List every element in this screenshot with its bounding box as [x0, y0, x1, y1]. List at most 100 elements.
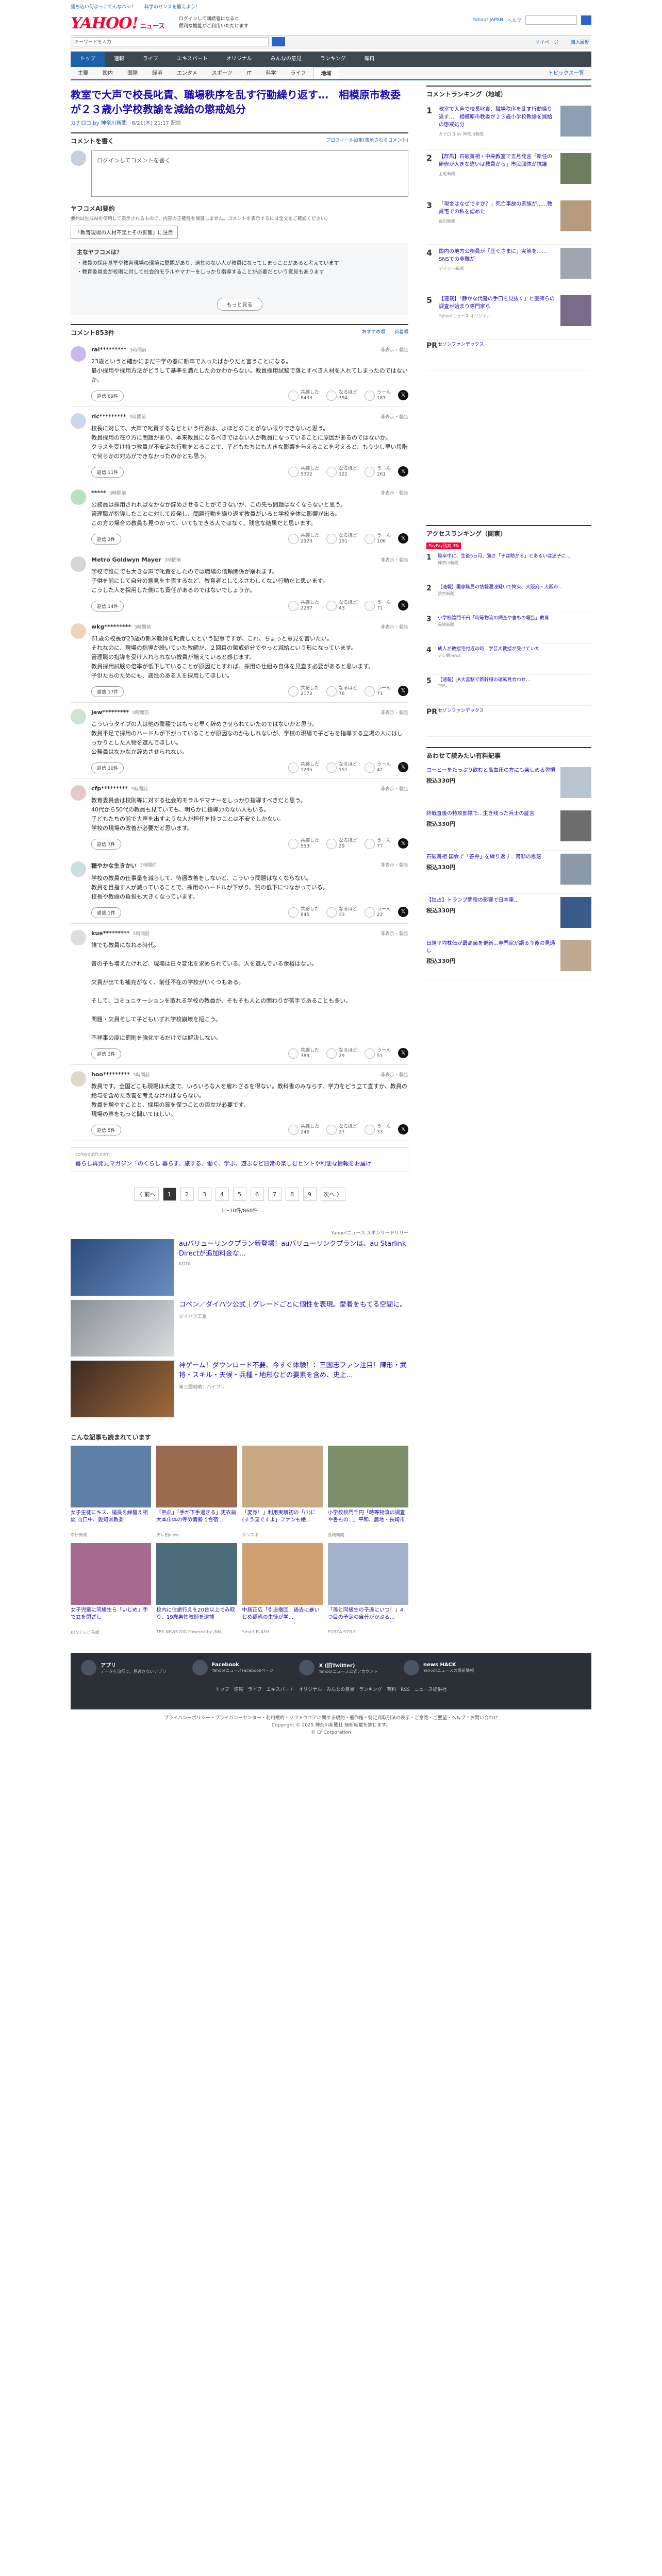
insightful-button[interactable]: なるほど 394 — [326, 390, 357, 401]
hmm-button[interactable]: うーん 42 — [364, 762, 391, 773]
sponsored-ad[interactable]: コペン／ダイハツ公式｜グレードごとに個性を表現。愛着をもてる空間に。 ダイハツ工業 — [71, 1300, 408, 1357]
paid-article-item[interactable]: コーヒーをたっぷり飲むと高血圧の方にも楽しめる習慣 税込330円 — [426, 764, 591, 807]
reply-button[interactable]: 返信 14件 — [91, 600, 124, 612]
page-4[interactable]: 4 — [215, 1188, 229, 1201]
top-link[interactable]: 落ち込い何ぶっこてんなバシ？ — [71, 5, 136, 10]
page-3[interactable]: 3 — [197, 1188, 211, 1201]
comment-author[interactable]: kue********* — [91, 930, 129, 937]
comment-author[interactable]: cfp********* — [91, 785, 128, 792]
empathize-button[interactable]: 共感した 845 — [288, 907, 319, 918]
nav-top[interactable]: トップ — [71, 52, 105, 67]
page-5[interactable]: 5 — [233, 1188, 246, 1201]
tab-life[interactable]: ライフ — [284, 67, 313, 79]
x-share-icon[interactable]: 𝕏 — [398, 1124, 408, 1134]
empathize-button[interactable]: 共感した 389 — [288, 1048, 319, 1059]
hmm-button[interactable]: うーん 51 — [364, 1048, 391, 1059]
tab-international[interactable]: 国際 — [120, 67, 145, 79]
legal-links[interactable]: プライバシーポリシー・プライバシーセンター・利用規約・ソフトウエアに関する規約・… — [71, 1715, 591, 1722]
prev-page-button[interactable]: 〈 前へ — [134, 1188, 159, 1201]
header-search-button[interactable] — [581, 15, 591, 25]
x-share-icon[interactable]: 𝕏 — [398, 390, 408, 400]
reply-button[interactable]: 返信 17件 — [91, 686, 124, 697]
recommend-item[interactable]: 女子児童に同級生ら「いじめ」手で立を閉ざし KTNテレビ長崎 — [71, 1543, 152, 1635]
inline-ad[interactable]: coloyoutfr.com 暮らし再発見マガジン「のくらし 暮らす、旅する、働… — [71, 1147, 408, 1172]
comment-author[interactable]: ***** — [91, 489, 106, 496]
tab-science[interactable]: 科学 — [259, 67, 284, 79]
access-item[interactable]: 3 小学校陰門千円「時等物流の調査や書もの報告」教育... 長崎新聞 — [426, 613, 591, 644]
tab-main[interactable]: 主要 — [71, 67, 95, 79]
empathize-button[interactable]: 共感した 2287 — [288, 600, 319, 612]
report-link[interactable]: 非表示・報告 — [380, 785, 408, 792]
comment-author[interactable]: 穂やかな生きかい — [91, 861, 137, 870]
header-search-input[interactable] — [525, 15, 577, 25]
comment-author[interactable]: ric********* — [91, 413, 126, 420]
comment-author[interactable]: hoo********* — [91, 1071, 130, 1078]
x-share-icon[interactable]: 𝕏 — [398, 600, 408, 611]
comment-author[interactable]: rai********* — [91, 346, 126, 353]
ranking-item[interactable]: 3 「現金はなぜですか？」死亡事故の家族が……教員宅での私を認めた 毎日新聞 — [426, 197, 591, 245]
insightful-button[interactable]: なるほど 191 — [326, 533, 357, 545]
ranking-pr[interactable]: PR セゾンファンデックス — [426, 340, 591, 370]
empathize-button[interactable]: 共感した 2172 — [288, 686, 319, 697]
nav-breaking[interactable]: 速報 — [105, 52, 134, 67]
hmm-button[interactable]: うーん 77 — [364, 838, 391, 850]
search-button[interactable] — [272, 37, 285, 46]
x-share-icon[interactable]: 𝕏 — [398, 907, 408, 917]
report-link[interactable]: 非表示・報告 — [380, 709, 408, 716]
empathize-button[interactable]: 共感した 5302 — [288, 466, 319, 478]
reply-button[interactable]: 返信 1件 — [91, 907, 121, 918]
ranking-item[interactable]: 5 【連載】「静かな代替の手口を見抜く」と医師らの調査が始まり専門家ら Yahoo!… — [426, 292, 591, 340]
report-link[interactable]: 非表示・報告 — [380, 556, 408, 563]
yahoo-logo[interactable]: YAHOO! ニュース — [71, 14, 165, 32]
sort-newest[interactable]: 新着順 — [394, 328, 408, 337]
search-input[interactable] — [73, 37, 269, 46]
purchase-history-link[interactable]: 購入履歴 — [571, 39, 589, 45]
footer-app-link[interactable]: news HACK Yahoo!ニュースの最新情報 — [403, 1660, 474, 1675]
x-share-icon[interactable]: 𝕏 — [398, 533, 408, 544]
insightful-button[interactable]: なるほど 151 — [326, 762, 357, 773]
nav-paid[interactable]: 有料 — [355, 52, 384, 67]
empathize-button[interactable]: 共感した 553 — [288, 838, 319, 850]
hmm-button[interactable]: うーん 71 — [364, 686, 391, 697]
nav-ranking[interactable]: ランキング — [311, 52, 355, 67]
nav-expert[interactable]: エキスパート — [168, 52, 217, 67]
insightful-button[interactable]: なるほど 43 — [326, 600, 357, 612]
yahoo-japan-link[interactable]: Yahoo! JAPAN — [473, 18, 503, 23]
comment-author[interactable]: wkg********* — [91, 623, 131, 630]
report-link[interactable]: 非表示・報告 — [380, 930, 408, 937]
x-share-icon[interactable]: 𝕏 — [398, 762, 408, 772]
page-1[interactable]: 1 — [162, 1188, 176, 1201]
report-link[interactable]: 非表示・報告 — [380, 346, 408, 353]
recommend-item[interactable]: 「孫と同級生の子達にいつ！」4つ目の予定の自分がかぶる... FORZA STYL… — [327, 1543, 408, 1635]
x-share-icon[interactable]: 𝕏 — [398, 686, 408, 696]
sort-recommended[interactable]: おすすめ順 — [362, 328, 385, 337]
footer-links[interactable]: トップ 速報 ライブ エキスパート オリジナル みんなの意見 ランキング 有料 … — [81, 1686, 581, 1692]
nav-original[interactable]: オリジナル — [217, 52, 261, 67]
recommend-item[interactable]: 校内に住旅行えを20台以上でみ取り、19歳男性教師を逮捕 TBS NEWS DIG… — [156, 1543, 237, 1635]
ai-topic-tag[interactable]: 「教育現場の人材不足とその影響」に注目 — [71, 226, 178, 239]
ranking-item[interactable]: 1 教室で大声で校長叱責、職場秩序を乱す行動繰り返す… 相模原市教委が２３歳小学校… — [426, 103, 591, 150]
page-8[interactable]: 8 — [285, 1188, 299, 1201]
access-item[interactable]: 4 成人が教授宅付近の時...学芸大教授が受けていた テレ朝news — [426, 644, 591, 675]
paid-article-item[interactable]: 【独占】トランプ関税の影響で日本車... 税込330円 — [426, 894, 591, 937]
paid-article-item[interactable]: 石破首相 国会で「答弁」を繰り返す...官邸の思惑 税込330円 — [426, 851, 591, 894]
reply-button[interactable]: 返信 69件 — [91, 390, 124, 401]
report-link[interactable]: 非表示・報告 — [380, 861, 408, 870]
comment-author[interactable]: Metro Goldwyn Mayer — [91, 556, 161, 563]
show-more-button[interactable]: もっと見る — [217, 298, 262, 311]
hmm-button[interactable]: うーん 261 — [364, 466, 391, 478]
next-page-button[interactable]: 次へ 〉 — [320, 1188, 345, 1201]
tab-economy[interactable]: 経済 — [145, 67, 170, 79]
paid-article-item[interactable]: 終戦直後の特攻部隊で...生き残った兵士の証言 税込330円 — [426, 807, 591, 851]
x-share-icon[interactable]: 𝕏 — [398, 838, 408, 849]
report-link[interactable]: 非表示・報告 — [380, 413, 408, 420]
hmm-button[interactable]: うーん 22 — [364, 907, 391, 918]
reply-button[interactable]: 返信 3件 — [91, 1048, 121, 1059]
hmm-button[interactable]: うーん 33 — [364, 1124, 391, 1136]
page-6[interactable]: 6 — [250, 1188, 264, 1201]
report-link[interactable]: 非表示・報告 — [380, 1071, 408, 1078]
tab-entertainment[interactable]: エンタメ — [170, 67, 205, 79]
hmm-button[interactable]: うーん 183 — [364, 390, 391, 401]
hmm-button[interactable]: うーん 71 — [364, 600, 391, 612]
page-9[interactable]: 9 — [303, 1188, 317, 1201]
